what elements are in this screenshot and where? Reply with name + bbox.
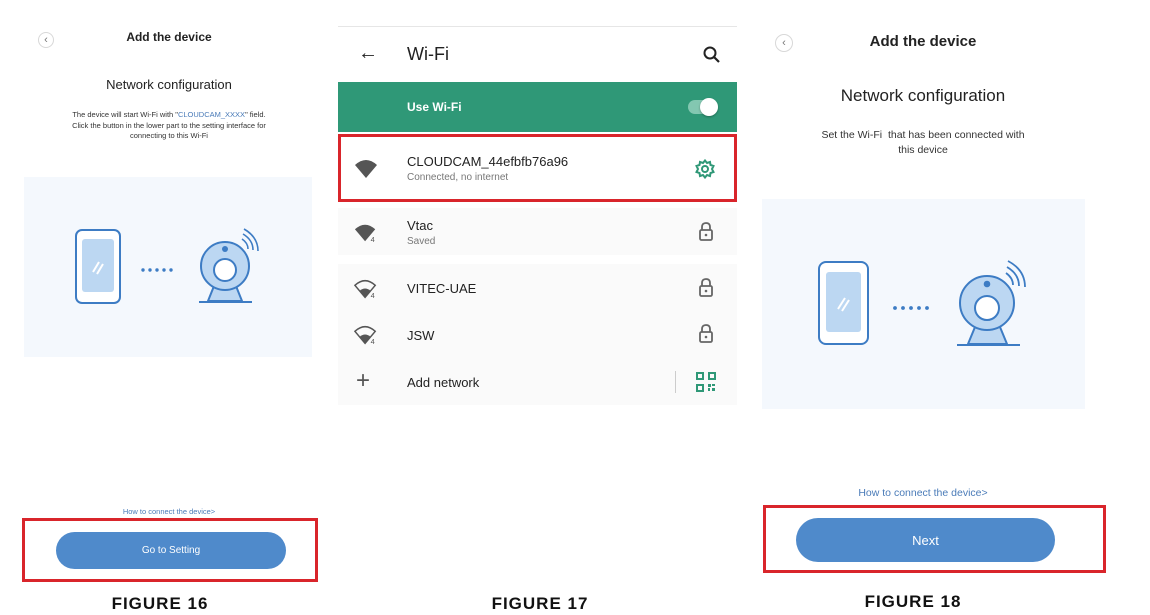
network-row-vitec[interactable]: 4 VITEC-UAE xyxy=(338,264,737,311)
go-to-setting-button[interactable]: Go to Setting xyxy=(56,532,286,569)
figure-caption: FIGURE 16 xyxy=(111,594,209,613)
ssid-highlight: CLOUDCAM_XXXX xyxy=(177,110,246,119)
network-row-vtac[interactable]: 4 Vtac Saved xyxy=(338,208,737,255)
search-icon[interactable] xyxy=(703,46,721,64)
lock-icon xyxy=(699,222,713,241)
app-bar: ← Wi-Fi xyxy=(338,26,737,83)
button-label: Go to Setting xyxy=(141,545,201,556)
instruction-line-3: connecting to this Wi-Fi xyxy=(130,131,208,140)
network-name: VITEC-UAE xyxy=(407,281,477,296)
button-label: Next xyxy=(912,532,939,548)
svg-text:4: 4 xyxy=(371,291,375,300)
phone-camera-illustration xyxy=(24,177,312,357)
back-button[interactable]: ‹ xyxy=(775,34,793,52)
instruction-text: Set the Wi-Fi that has been connected wi… xyxy=(773,128,1073,157)
figure-caption: FIGURE 18 xyxy=(864,592,962,611)
wifi-4-weak-icon: 4 xyxy=(354,325,377,346)
svg-text:4: 4 xyxy=(371,235,375,244)
qr-code-icon[interactable] xyxy=(696,372,716,392)
divider xyxy=(675,371,676,393)
add-network-row[interactable]: + Add network xyxy=(338,358,737,405)
network-row-jsw[interactable]: 4 JSW xyxy=(338,311,737,358)
instruction-line-1-end: " field. xyxy=(245,110,266,119)
figure-caption: FIGURE 17 xyxy=(491,594,589,613)
use-wifi-label: Use Wi-Fi xyxy=(407,100,462,114)
lock-icon xyxy=(699,324,713,343)
next-button[interactable]: Next xyxy=(796,518,1055,562)
instruction-line-1: Set the Wi-Fi that has been connected wi… xyxy=(821,129,1025,141)
illustration-graphic xyxy=(75,228,259,304)
lock-icon xyxy=(699,278,713,297)
instruction-text: The device will start Wi-Fi with "CLOUDC… xyxy=(22,110,316,142)
add-network-label: Add network xyxy=(407,375,480,390)
chevron-left-icon: ‹ xyxy=(782,37,786,49)
toggle-knob xyxy=(700,98,718,116)
page-title: Add the device xyxy=(126,30,212,44)
svg-text:4: 4 xyxy=(371,337,375,346)
back-arrow-icon[interactable]: ← xyxy=(358,42,378,65)
network-status: Saved xyxy=(407,236,436,247)
instruction-line-2: this device xyxy=(898,143,948,156)
chevron-left-icon: ‹ xyxy=(44,34,48,46)
how-to-connect-link[interactable]: How to connect the device> xyxy=(773,487,1073,499)
back-button[interactable]: ‹ xyxy=(38,32,54,48)
section-subtitle: Network configuration xyxy=(106,77,232,92)
phone-camera-illustration xyxy=(762,199,1085,409)
page-title: Wi-Fi xyxy=(407,44,449,64)
illustration-graphic xyxy=(818,260,1026,346)
plus-icon: + xyxy=(356,367,371,394)
use-wifi-bar[interactable]: Use Wi-Fi xyxy=(338,82,737,132)
wifi-4-icon: 4 xyxy=(354,224,376,244)
page-title: Add the device xyxy=(869,33,977,50)
network-name: JSW xyxy=(407,328,435,343)
instruction-line-1: The device will start Wi-Fi with " xyxy=(72,110,178,119)
wifi-4-weak-icon: 4 xyxy=(354,279,377,300)
how-to-connect-link[interactable]: How to connect the device> xyxy=(60,507,278,516)
highlight-box xyxy=(338,134,737,202)
section-subtitle: Network configuration xyxy=(840,86,1006,105)
instruction-line-2: Click the button in the lower part to th… xyxy=(72,120,266,130)
network-name: Vtac xyxy=(407,218,434,233)
